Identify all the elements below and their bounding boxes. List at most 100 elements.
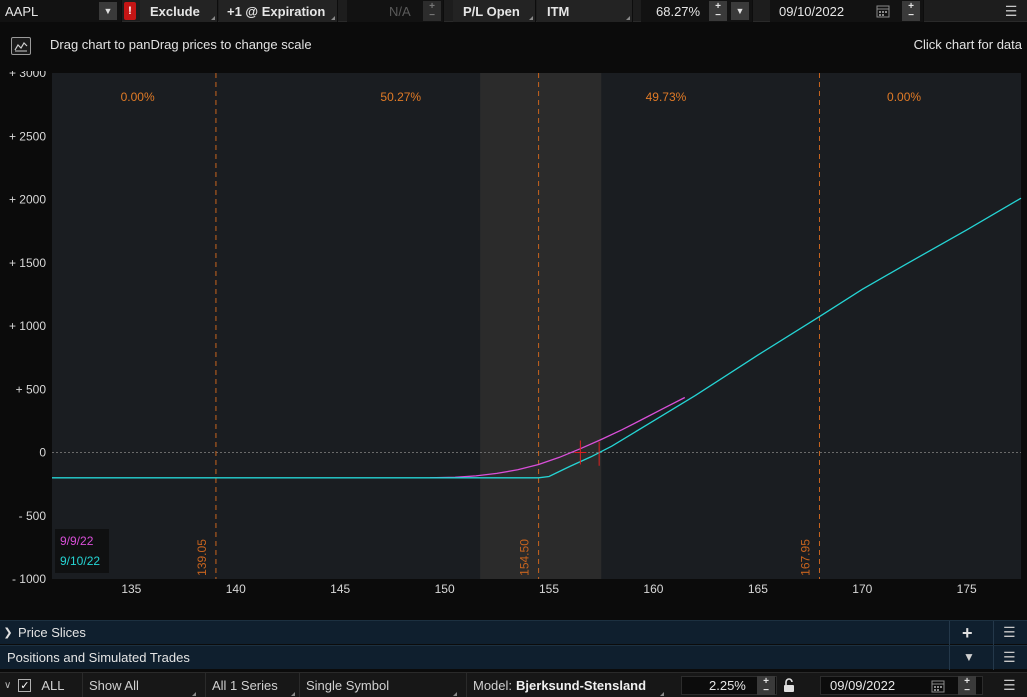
series-selector[interactable]: All 1 Series [205,673,297,697]
y-tick-label: 0 [39,446,46,460]
positions-title: Positions and Simulated Trades [7,650,190,665]
y-tick-label: + 1500 [9,256,46,270]
legend-entry: 9/10/22 [60,554,100,568]
probability-dropdown-icon[interactable]: ▼ [731,2,749,20]
rate-value: 2.25% [709,678,746,693]
expiration-label: +1 @ Expiration [227,3,326,19]
probability-label: 49.73% [646,90,687,104]
divider [993,621,994,645]
price-slices-menu-icon[interactable]: ☰ [1003,624,1016,641]
probability-label: 50.27% [380,90,421,104]
model-date-field[interactable]: 09/09/2022 + − [820,676,983,695]
status-bar: ∨ ✓ ALL Show All All 1 Series Single Sym… [0,672,1027,697]
y-tick-label: + 2000 [9,193,46,207]
probability-label: 0.00% [121,90,155,104]
corner-arrow-icon [660,692,664,696]
positions-panel[interactable]: Positions and Simulated Trades ▼ ☰ [0,645,1027,670]
symbol-dropdown-icon[interactable]: ▼ [99,2,117,20]
divider [993,646,994,670]
show-all-label: Show All [89,678,139,693]
probability-value: 68.27% [656,3,701,19]
corner-arrow-icon [331,16,335,20]
corner-arrow-icon [291,692,295,696]
top-toolbar: AAPL ▼ ! Exclude +1 @ Expiration N/A + − … [0,0,1027,22]
x-tick-label: 140 [226,582,246,596]
x-tick-label: 155 [539,582,559,596]
click-hint: Click chart for data [913,37,1022,52]
date-stepper-icon[interactable]: + − [902,1,920,21]
y-tick-label: + 1000 [9,319,46,333]
add-slice-icon[interactable]: + [962,623,973,644]
itm-label: ITM [547,3,570,19]
rate-field[interactable]: 2.25% + − [681,676,777,695]
corner-arrow-icon [453,692,457,696]
y-tick-label: - 1000 [12,572,46,586]
exclude-label: Exclude [150,3,200,19]
probability-field[interactable]: 68.27% + − ▼ [641,0,753,22]
model-selector[interactable]: Model: Bjerksund-Stensland [466,673,666,697]
itm-selector[interactable]: ITM [537,0,633,22]
model-date-value: 09/09/2022 [830,678,896,693]
symbol-selector[interactable]: AAPL ▼ [0,0,122,22]
toolbar-menu-icon[interactable]: ☰ [1002,3,1020,19]
na-value: N/A [389,3,411,19]
drag-hint: Drag chart to panDrag prices to change s… [50,37,312,52]
calendar-icon[interactable] [876,4,890,18]
chevron-right-icon[interactable]: ❯ [1,626,15,639]
divider [949,646,950,670]
rate-stepper-icon[interactable]: + − [757,676,775,695]
probability-label: 0.00% [887,90,921,104]
chevron-down-icon[interactable]: ∨ [4,680,11,691]
y-tick-label: - 500 [19,509,47,523]
probability-stepper-icon[interactable]: + − [709,1,727,21]
risk-profile-chart[interactable]: + 3000 + 2500 + 2000 + 1500 + 1000 + 500 0 - 50… [0,66,1027,601]
pl-open-selector[interactable]: P/L Open [453,0,536,22]
strike-marker-label: 167.95 [798,539,812,576]
series-label: All 1 Series [212,678,278,693]
shaded-range [480,73,602,579]
y-tick-label: + 2500 [9,129,46,143]
chart-svg[interactable]: + 3000 + 2500 + 2000 + 1500 + 1000 + 500 0 - 50… [0,66,1027,601]
exclude-selector[interactable]: Exclude [140,0,218,22]
chart-settings-icon[interactable] [11,37,31,55]
date-field[interactable]: 09/10/2022 + − [770,0,924,22]
alert-flag-icon[interactable]: ! [124,2,136,20]
legend-entry: 9/9/22 [60,534,94,548]
y-tick-label: + 3000 [9,71,46,80]
unlock-icon[interactable] [782,678,796,693]
na-field[interactable]: N/A + − [347,0,444,22]
price-slices-panel[interactable]: ❯ Price Slices + ☰ [0,620,1027,645]
all-label: ALL [41,678,65,693]
all-checkbox-icon[interactable]: ✓ [18,679,32,692]
select-all-toggle[interactable]: ∨ ✓ ALL [4,673,64,697]
model-date-stepper-icon[interactable]: + − [958,676,976,695]
strike-marker-label: 139.05 [195,539,209,576]
single-symbol-label: Single Symbol [306,678,390,693]
show-all-selector[interactable]: Show All [82,673,198,697]
y-tick-label: + 500 [16,382,47,396]
collapse-icon[interactable]: ▼ [963,650,975,664]
positions-menu-icon[interactable]: ☰ [1003,649,1016,666]
date-value: 09/10/2022 [779,3,845,19]
x-tick-label: 150 [435,582,455,596]
divider [949,621,950,645]
x-tick-label: 160 [643,582,663,596]
x-tick-label: 135 [121,582,141,596]
x-tick-label: 145 [330,582,350,596]
corner-arrow-icon [192,692,196,696]
status-menu-icon[interactable]: ☰ [1003,677,1016,694]
calendar-icon[interactable] [931,679,945,693]
model-prefix: Model: [473,678,513,693]
chart-header: Drag chart to panDrag prices to change s… [0,23,1027,71]
x-tick-label: 170 [852,582,872,596]
symbol-mode-selector[interactable]: Single Symbol [299,673,459,697]
strike-marker-label: 154.50 [518,539,532,576]
corner-arrow-icon [529,16,533,20]
symbol-value: AAPL [5,3,39,19]
corner-arrow-icon [626,16,630,20]
price-slices-title: Price Slices [18,625,86,640]
expiration-selector[interactable]: +1 @ Expiration [219,0,338,22]
na-stepper-icon[interactable]: + − [423,1,441,21]
x-tick-label: 175 [957,582,977,596]
model-value: Bjerksund-Stensland [516,678,647,693]
